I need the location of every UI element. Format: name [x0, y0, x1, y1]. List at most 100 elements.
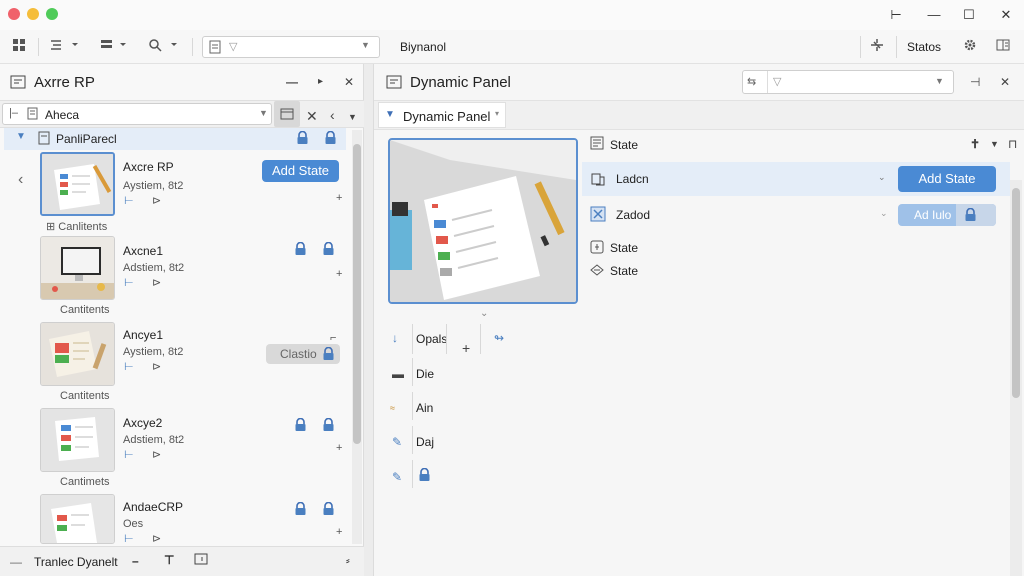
- split-icon[interactable]: ⊣: [970, 74, 980, 90]
- lock-icon[interactable]: [294, 501, 308, 516]
- item-thumbnail[interactable]: [40, 152, 115, 216]
- chevron-down-icon[interactable]: ▼: [348, 109, 357, 125]
- panel-layout-icon[interactable]: [996, 38, 1010, 56]
- page-icon: [209, 40, 221, 57]
- expand-arrow-icon[interactable]: ▸: [318, 74, 323, 90]
- item-caption: ⊞ Canlitents: [46, 220, 107, 233]
- view-toggle-button[interactable]: [274, 101, 300, 127]
- item-caption: Cantimets: [60, 476, 110, 488]
- item-subtitle: Adstiem, 8t2: [123, 434, 185, 446]
- left-footer: — Tranlec Dyanelt – ⊤ ⸗: [0, 546, 364, 576]
- zoom-window-dot[interactable]: [46, 8, 58, 20]
- add-icon[interactable]: +: [336, 442, 342, 454]
- pin-icon[interactable]: ✝: [970, 136, 980, 152]
- redirect-icon[interactable]: ↬: [494, 330, 504, 346]
- grid-icon[interactable]: [12, 38, 26, 56]
- lock-icon[interactable]: [294, 417, 308, 432]
- window-icon[interactable]: [194, 553, 208, 568]
- add-icon[interactable]: +: [336, 526, 342, 538]
- state-row[interactable]: Zadod ⌄ Ad Iulo: [582, 198, 1010, 232]
- toolbar-search-field[interactable]: ▽ ▼: [202, 36, 380, 58]
- align-dropdown-icon[interactable]: [50, 38, 80, 56]
- minimize-button[interactable]: —: [922, 5, 946, 25]
- lock-icon[interactable]: [322, 417, 336, 432]
- add-icon[interactable]: +: [336, 268, 342, 280]
- state-row-selected[interactable]: Ladcn ⌄ Add State: [582, 162, 1010, 196]
- gear-icon[interactable]: [963, 38, 977, 56]
- item-thumbnail[interactable]: [40, 322, 115, 386]
- panel-splitter[interactable]: [364, 64, 374, 576]
- lock-icon[interactable]: [322, 241, 336, 256]
- close-icon[interactable]: ✕: [1000, 74, 1010, 90]
- adjust-icon[interactable]: [870, 38, 884, 56]
- state-row-label[interactable]: State: [610, 241, 638, 255]
- chevron-down-icon: ⌄: [880, 208, 888, 218]
- item-subtitle: Adstiem, 8t2: [123, 262, 185, 274]
- footer-dash-icon: —: [10, 555, 22, 569]
- pin-icon[interactable]: ✎: [392, 469, 402, 485]
- right-scrollbar-thumb[interactable]: [1012, 188, 1020, 398]
- flag-small-icon: ⊳: [152, 533, 162, 545]
- collapse-icon[interactable]: —: [286, 74, 298, 90]
- arrow-down-icon[interactable]: ↓: [392, 330, 398, 346]
- flag-small-icon: ⊳: [152, 449, 162, 461]
- item-name: Axcne1: [123, 244, 164, 258]
- group-row[interactable]: ▼ PanliParecl: [4, 128, 346, 150]
- lock-icon[interactable]: [322, 501, 336, 516]
- minimize-window-dot[interactable]: [27, 8, 39, 20]
- item-thumbnail[interactable]: [40, 236, 115, 300]
- bracket-icon[interactable]: ⊓: [1008, 136, 1017, 152]
- close-button[interactable]: ✕: [994, 5, 1018, 25]
- group-label: PanliParecl: [56, 132, 117, 146]
- funnel-icon: ▽: [773, 76, 782, 88]
- right-search-field[interactable]: ⇆ ▽ ▼: [742, 70, 954, 94]
- toolbar-divider: [896, 36, 897, 58]
- chevron-down-icon: ▼: [361, 40, 370, 50]
- left-search-field[interactable]: |– Aheca ▼: [2, 103, 272, 125]
- state-row-label[interactable]: State: [610, 264, 638, 278]
- close-icon[interactable]: ✕: [344, 74, 354, 90]
- left-panel-title: Axrre RP: [34, 74, 95, 91]
- pin-icon[interactable]: ✎: [392, 434, 402, 450]
- state-label: Zadod: [616, 208, 651, 222]
- tab-dynamic-panel[interactable]: ▼ Dynamic Panel ▾: [378, 102, 506, 128]
- add-icon[interactable]: +: [462, 340, 470, 356]
- field-divider: [767, 71, 768, 93]
- add-state-button[interactable]: Add State: [898, 166, 996, 192]
- left-scrollbar-thumb[interactable]: [353, 144, 361, 444]
- lock-icon[interactable]: [296, 130, 310, 145]
- item-thumbnail[interactable]: [40, 408, 115, 472]
- prop-label: Ain: [416, 401, 434, 415]
- item-caption: Cantitents: [60, 304, 110, 316]
- state-header: State: [610, 138, 639, 152]
- dots-icon: ≈: [390, 403, 395, 413]
- add-icon[interactable]: +: [336, 192, 342, 204]
- lock-icon[interactable]: [294, 241, 308, 256]
- row-divider: [446, 324, 447, 354]
- state-preview-image[interactable]: [388, 138, 578, 304]
- maximize-button[interactable]: ☐: [957, 5, 981, 25]
- add-info-button[interactable]: Ad Iulo: [898, 204, 996, 226]
- chevron-left-icon[interactable]: ‹: [18, 172, 23, 188]
- status-chip[interactable]: Clastio: [266, 344, 340, 364]
- chevron-down-icon: ▼: [16, 131, 26, 142]
- row-divider: [412, 392, 413, 420]
- search-dropdown-icon[interactable]: [148, 38, 180, 56]
- lock-icon[interactable]: [324, 130, 338, 145]
- minus-icon[interactable]: –: [132, 554, 139, 568]
- state-grid-icon: [590, 206, 606, 225]
- filter-icon: ⇆: [747, 76, 757, 88]
- list-dropdown-icon[interactable]: [100, 38, 130, 56]
- resize-icon[interactable]: ⸗: [346, 555, 350, 567]
- pin-icon[interactable]: ⊤: [164, 553, 174, 567]
- chevron-down-icon[interactable]: ▼: [990, 136, 999, 152]
- status-label[interactable]: Statos: [907, 40, 941, 54]
- clear-icon[interactable]: ✕: [306, 108, 318, 124]
- pin-icon[interactable]: ⊢: [884, 5, 908, 25]
- add-state-button[interactable]: Add State: [262, 160, 339, 182]
- item-thumbnail[interactable]: [40, 494, 115, 544]
- chevron-left-icon[interactable]: ‹: [330, 107, 335, 123]
- row-divider: [412, 460, 413, 488]
- close-window-dot[interactable]: [8, 8, 20, 20]
- lock-icon[interactable]: [418, 467, 432, 482]
